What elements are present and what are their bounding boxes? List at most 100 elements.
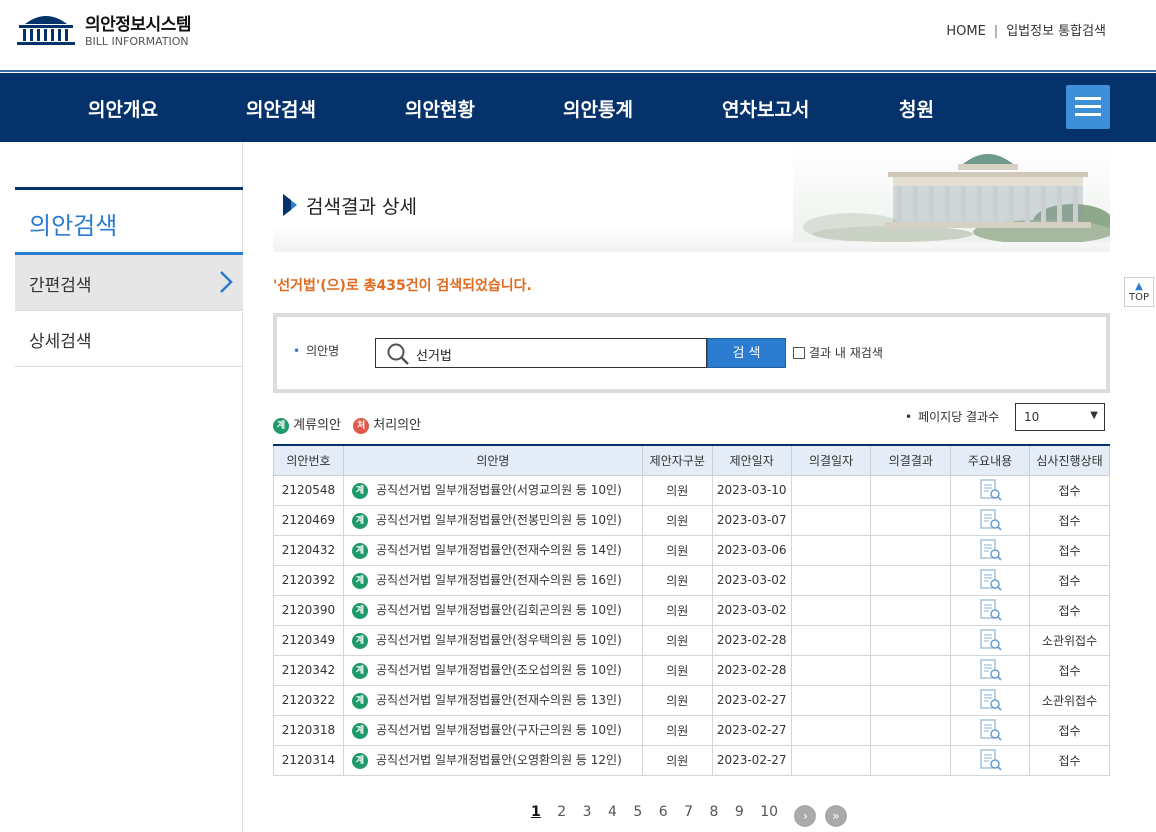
table-row: 2120322 계 공직선거법 일부개정법률안(전재수의원 등 13인) 의원 2023… xyxy=(273,684,1110,716)
search-button[interactable]: 검 색 xyxy=(707,338,786,368)
page-6-link[interactable]: 6 xyxy=(659,804,668,820)
resolution-result xyxy=(870,474,952,506)
bill-name-label-text: 의안명 xyxy=(306,344,340,358)
pagination: 1 2 3 4 5 6 7 8 9 10 › » xyxy=(531,804,851,827)
nav-bill-statistics[interactable]: 의안통계 xyxy=(563,95,633,122)
document-view-icon[interactable] xyxy=(978,659,1002,681)
bill-name-link[interactable]: 공직선거법 일부개정법률안(전봉민의원 등 10인) xyxy=(376,513,622,527)
bill-name-label: • 의안명 xyxy=(293,342,339,359)
site-logo[interactable]: 의안정보시스템 BILL INFORMATION xyxy=(15,10,205,50)
page-4-link[interactable]: 4 xyxy=(608,804,617,820)
table-row: 2120314 계 공직선거법 일부개정법률안(오영환의원 등 12인) 의원 2023… xyxy=(273,744,1110,776)
document-view-icon[interactable] xyxy=(978,629,1002,651)
bill-name-link[interactable]: 공직선거법 일부개정법률안(오영환의원 등 12인) xyxy=(376,753,622,767)
col-proposal-date[interactable]: 제안일자 xyxy=(711,445,792,476)
page-size-select[interactable]: 10 ▼ xyxy=(1015,403,1105,431)
page-9-link[interactable]: 9 xyxy=(735,804,744,820)
review-status: 소관위접수 xyxy=(1029,624,1110,656)
document-view-icon[interactable] xyxy=(978,479,1002,501)
document-view-icon[interactable] xyxy=(978,689,1002,711)
page-3-link[interactable]: 3 xyxy=(583,804,592,820)
hamburger-icon-bar xyxy=(1075,105,1101,108)
document-view-icon[interactable] xyxy=(978,749,1002,771)
bill-number: 2120392 xyxy=(273,564,344,596)
page-5-link[interactable]: 5 xyxy=(633,804,642,820)
bill-name-link[interactable]: 공직선거법 일부개정법률안(서영교의원 등 10인) xyxy=(376,483,622,497)
page-7-link[interactable]: 7 xyxy=(684,804,693,820)
bill-name-cell: 계 공직선거법 일부개정법률안(전재수의원 등 14인) xyxy=(342,534,643,566)
top-links: HOME | 입법정보 통합검색 xyxy=(946,20,1106,39)
col-proposer-type[interactable]: 제안자구분 xyxy=(641,445,713,476)
bill-name-link[interactable]: 공직선거법 일부개정법률안(정우택의원 등 10인) xyxy=(376,633,622,647)
page-size-control: • 페이지당 결과수 10 ▼ xyxy=(905,403,1105,431)
bill-name-link[interactable]: 공직선거법 일부개정법률안(김회곤의원 등 10인) xyxy=(376,603,622,617)
search-icon xyxy=(387,343,409,365)
review-status: 접수 xyxy=(1029,594,1110,626)
bill-name-cell: 계 공직선거법 일부개정법률안(오영환의원 등 12인) xyxy=(342,744,643,776)
bill-name-link[interactable]: 공직선거법 일부개정법률안(전재수의원 등 13인) xyxy=(376,693,622,707)
nav-petition[interactable]: 청원 xyxy=(899,95,934,122)
resolution-date xyxy=(790,504,872,536)
document-view-icon[interactable] xyxy=(978,539,1002,561)
col-review-status[interactable]: 심사진행상태 xyxy=(1029,445,1110,476)
page-2-link[interactable]: 2 xyxy=(557,804,566,820)
document-view-icon[interactable] xyxy=(978,719,1002,741)
refine-search-checkbox[interactable]: 결과 내 재검색 xyxy=(793,344,883,361)
pending-badge-icon: 계 xyxy=(351,483,368,499)
next-page-icon[interactable]: › xyxy=(794,805,817,827)
proposal-date: 2023-03-02 xyxy=(711,594,792,626)
bill-name-cell: 계 공직선거법 일부개정법률안(서영교의원 등 10인) xyxy=(342,474,643,506)
nav-bill-overview[interactable]: 의안개요 xyxy=(88,95,158,122)
side-navigation: 의안검색 간편검색 상세검색 xyxy=(0,142,243,832)
search-input[interactable] xyxy=(416,344,696,364)
summary-cell xyxy=(950,714,1031,746)
side-item-simple-search[interactable]: 간편검색 xyxy=(15,255,243,311)
search-result-message: '선거법'(으)로 총435건이 검색되었습니다. xyxy=(273,278,532,294)
hamburger-menu-button[interactable] xyxy=(1066,85,1110,129)
document-view-icon[interactable] xyxy=(978,599,1002,621)
last-page-icon[interactable]: » xyxy=(824,805,847,827)
bill-number: 2120314 xyxy=(273,744,344,776)
bill-name-link[interactable]: 공직선거법 일부개정법률안(조오섭의원 등 10인) xyxy=(376,663,622,677)
nav-bill-search[interactable]: 의안검색 xyxy=(246,95,316,122)
pending-badge-icon: 계 xyxy=(351,543,368,559)
bill-name-cell: 계 공직선거법 일부개정법률안(조오섭의원 등 10인) xyxy=(342,654,643,686)
page-8-link[interactable]: 8 xyxy=(709,804,718,820)
home-link[interactable]: HOME xyxy=(946,24,985,39)
col-bill-name[interactable]: 의안명 xyxy=(342,445,643,476)
integrated-search-link[interactable]: 입법정보 통합검색 xyxy=(1006,24,1106,39)
pending-badge-icon: 계 xyxy=(273,418,289,434)
document-view-icon[interactable] xyxy=(978,509,1002,531)
bullet-icon: • xyxy=(905,410,913,424)
resolution-date xyxy=(790,594,872,626)
checkbox-box[interactable] xyxy=(793,347,805,359)
search-field[interactable] xyxy=(375,338,707,368)
bill-name-link[interactable]: 공직선거법 일부개정법률안(전재수의원 등 16인) xyxy=(376,573,622,587)
page-10-link[interactable]: 10 xyxy=(760,804,778,820)
proposal-date: 2023-03-10 xyxy=(711,474,792,506)
table-row: 2120349 계 공직선거법 일부개정법률안(정우택의원 등 10인) 의원 2023… xyxy=(273,624,1110,656)
table-row: 2120390 계 공직선거법 일부개정법률안(김회곤의원 등 10인) 의원 2023… xyxy=(273,594,1110,626)
nav-annual-report[interactable]: 연차보고서 xyxy=(722,95,809,122)
bill-status-legend: 계 계류의안 처 처리의안 xyxy=(273,414,421,434)
document-view-icon[interactable] xyxy=(978,569,1002,591)
pending-badge-icon: 계 xyxy=(351,513,368,529)
col-resolution-date[interactable]: 의결일자 xyxy=(790,445,872,476)
bill-name-link[interactable]: 공직선거법 일부개정법률안(구자근의원 등 10인) xyxy=(376,723,622,737)
page-title: 검색결과 상세 xyxy=(306,196,417,218)
resolution-date xyxy=(790,534,872,566)
scroll-top-button[interactable]: ▲ TOP xyxy=(1124,277,1154,307)
bill-name-link[interactable]: 공직선거법 일부개정법률안(전재수의원 등 14인) xyxy=(376,543,622,557)
col-bill-number[interactable]: 의안번호 xyxy=(273,445,344,476)
proposer-type: 의원 xyxy=(641,654,713,686)
page-1-link[interactable]: 1 xyxy=(531,804,541,820)
resolution-result xyxy=(870,564,952,596)
resolution-date xyxy=(790,624,872,656)
nav-bill-status[interactable]: 의안현황 xyxy=(405,95,475,122)
summary-cell xyxy=(950,474,1031,506)
side-item-detail-search[interactable]: 상세검색 xyxy=(15,311,243,367)
bill-results-table: 의안번호 의안명 제안자구분 제안일자 의결일자 의결결과 주요내용 심사진행상… xyxy=(273,444,1110,776)
col-resolution-result[interactable]: 의결결과 xyxy=(870,445,952,476)
resolution-result xyxy=(870,534,952,566)
pending-badge-icon: 계 xyxy=(351,723,368,739)
